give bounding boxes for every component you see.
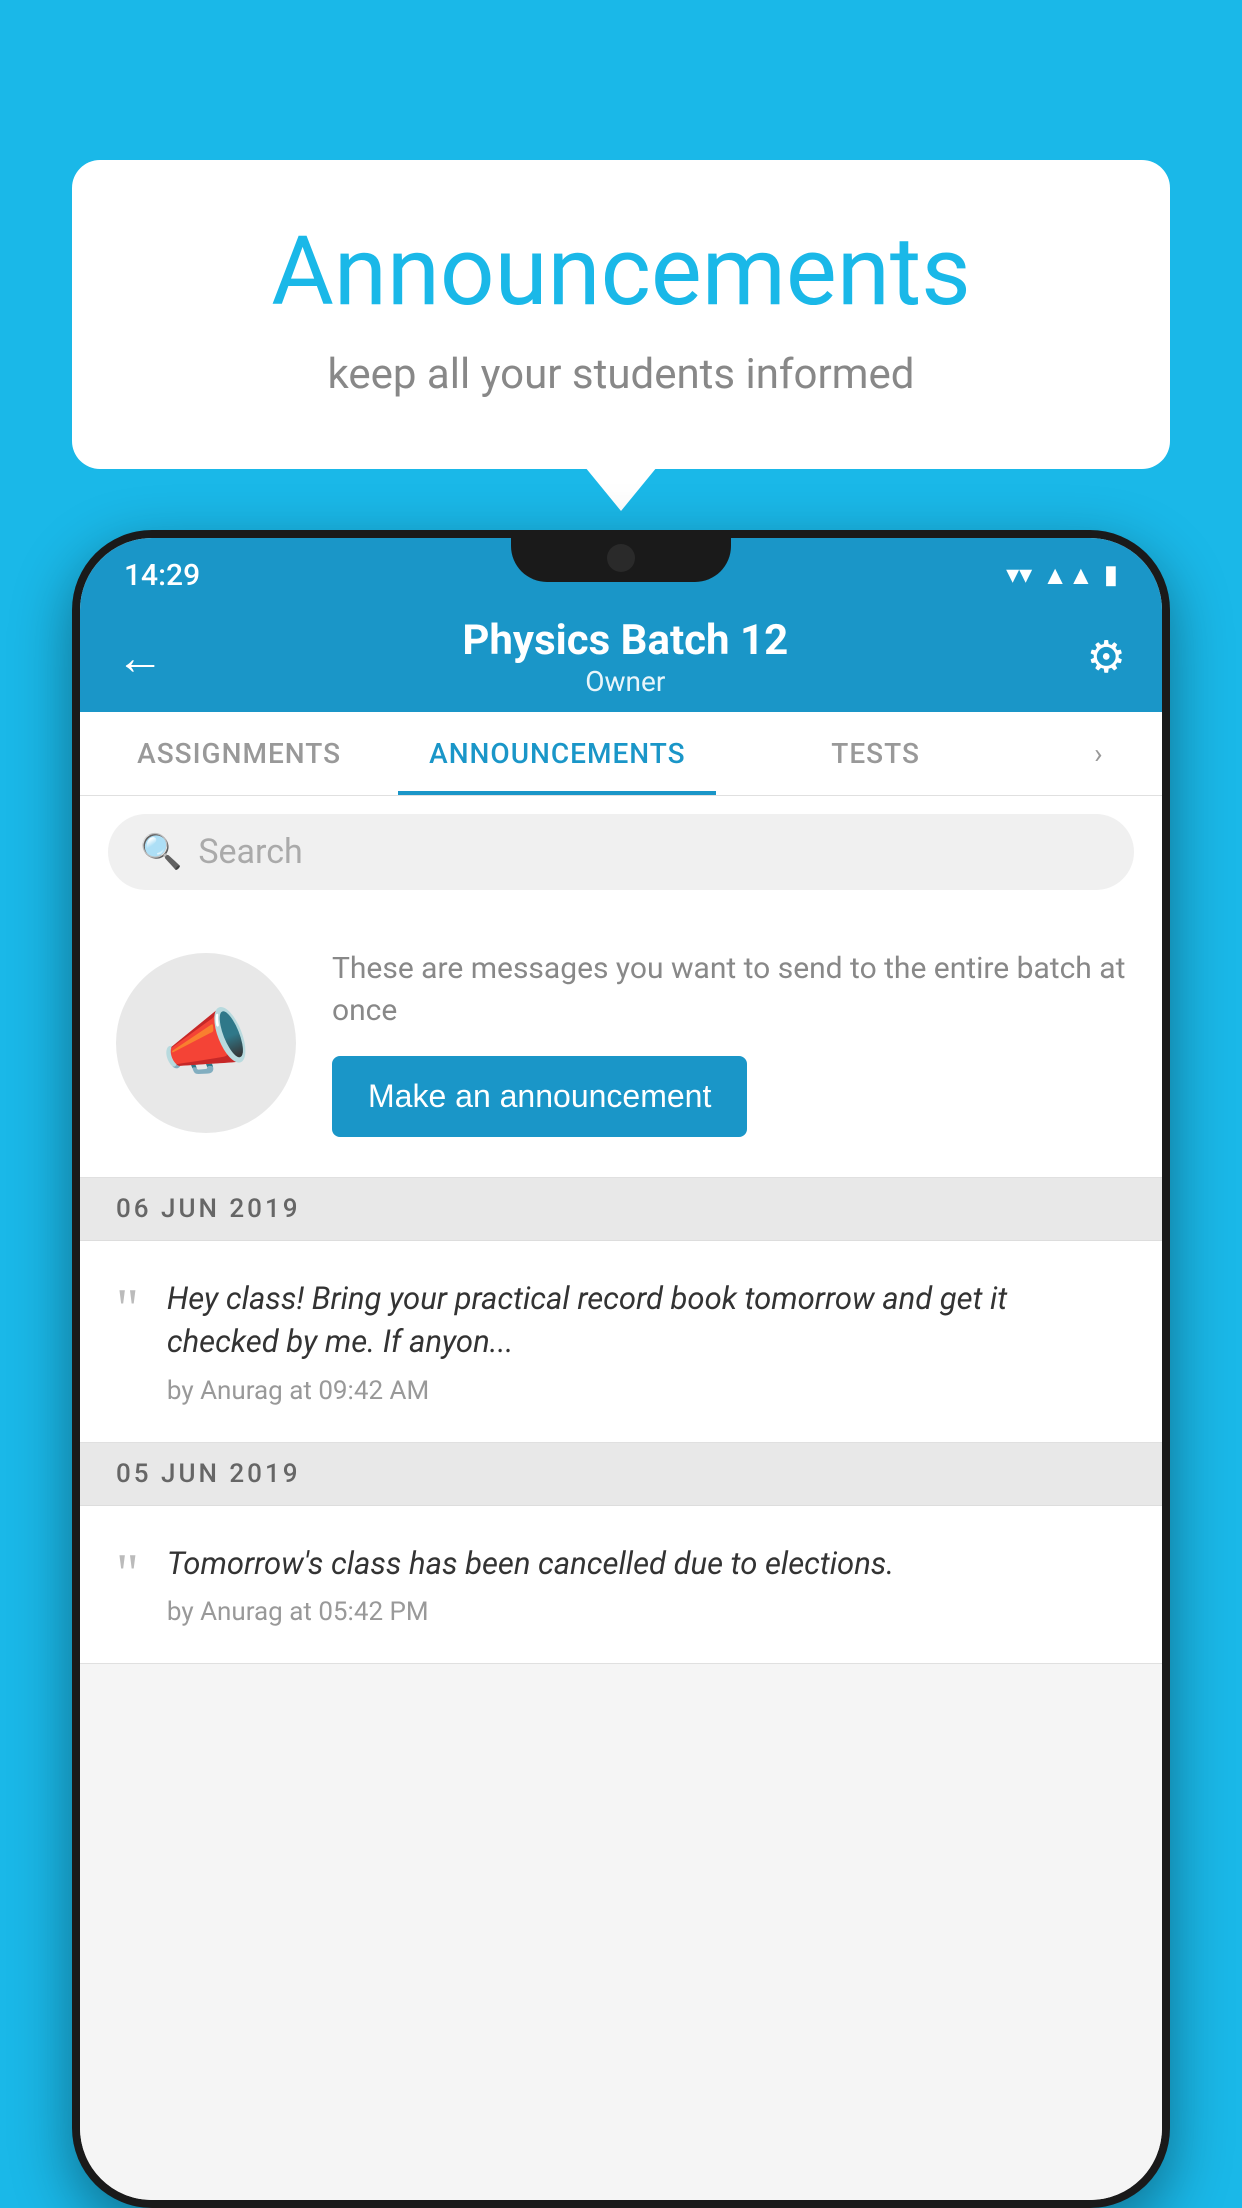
search-placeholder: Search xyxy=(198,832,302,872)
wifi-icon: ▾▾ xyxy=(1006,560,1032,590)
app-bar-title: Physics Batch 12 xyxy=(164,616,1087,665)
search-bar[interactable]: 🔍 Search xyxy=(108,814,1134,890)
promo-card: 📣 These are messages you want to send to… xyxy=(80,908,1162,1178)
app-bar: ← Physics Batch 12 Owner ⚙ xyxy=(80,602,1162,712)
promo-content: These are messages you want to send to t… xyxy=(332,948,1126,1137)
phone-screen: 14:29 ▾▾ ▲▲ ▮ ← Physics Batch 12 Owner ⚙ xyxy=(80,538,1162,2200)
tab-more[interactable]: › xyxy=(1035,712,1162,795)
announcement-meta-2: by Anurag at 05:42 PM xyxy=(167,1597,1126,1627)
tabs-bar: ASSIGNMENTS ANNOUNCEMENTS TESTS › xyxy=(80,712,1162,796)
status-icons: ▾▾ ▲▲ ▮ xyxy=(1006,560,1118,591)
settings-button[interactable]: ⚙ xyxy=(1087,631,1126,683)
bubble-title: Announcements xyxy=(152,220,1090,326)
announcement-item-1: " Hey class! Bring your practical record… xyxy=(80,1241,1162,1443)
announcement-item-2: " Tomorrow's class has been cancelled du… xyxy=(80,1506,1162,1664)
screen-content: 🔍 Search 📣 These are messages you want t… xyxy=(80,796,1162,2200)
announcement-text-1: Hey class! Bring your practical record b… xyxy=(167,1277,1126,1364)
promo-description: These are messages you want to send to t… xyxy=(332,948,1126,1032)
announcement-meta-1: by Anurag at 09:42 AM xyxy=(167,1376,1126,1406)
announcement-content-1: Hey class! Bring your practical record b… xyxy=(167,1277,1126,1406)
tab-announcements[interactable]: ANNOUNCEMENTS xyxy=(398,712,716,795)
search-bar-container: 🔍 Search xyxy=(80,796,1162,908)
phone-frame: 14:29 ▾▾ ▲▲ ▮ ← Physics Batch 12 Owner ⚙ xyxy=(72,530,1170,2208)
phone-container: 14:29 ▾▾ ▲▲ ▮ ← Physics Batch 12 Owner ⚙ xyxy=(72,530,1170,2208)
quote-icon-2: " xyxy=(116,1546,139,1602)
phone-camera xyxy=(607,544,635,572)
speech-bubble-container: Announcements keep all your students inf… xyxy=(72,160,1170,469)
signal-icon: ▲▲ xyxy=(1042,560,1093,591)
date-separator-1: 06 JUN 2019 xyxy=(80,1178,1162,1241)
app-bar-center: Physics Batch 12 Owner xyxy=(164,616,1087,698)
battery-icon: ▮ xyxy=(1104,560,1118,590)
status-time: 14:29 xyxy=(124,558,200,593)
tab-tests[interactable]: TESTS xyxy=(716,712,1034,795)
back-button[interactable]: ← xyxy=(116,629,164,686)
date-separator-2: 05 JUN 2019 xyxy=(80,1443,1162,1506)
announcement-content-2: Tomorrow's class has been cancelled due … xyxy=(167,1542,1126,1627)
search-icon: 🔍 xyxy=(140,832,182,872)
bubble-subtitle: keep all your students informed xyxy=(152,350,1090,399)
megaphone-icon: 📣 xyxy=(161,1000,251,1085)
quote-icon-1: " xyxy=(116,1281,139,1337)
make-announcement-button[interactable]: Make an announcement xyxy=(332,1056,747,1137)
phone-notch xyxy=(511,530,731,582)
tab-assignments[interactable]: ASSIGNMENTS xyxy=(80,712,398,795)
promo-icon-circle: 📣 xyxy=(116,953,296,1133)
announcement-text-2: Tomorrow's class has been cancelled due … xyxy=(167,1542,1126,1585)
speech-bubble: Announcements keep all your students inf… xyxy=(72,160,1170,469)
app-bar-subtitle: Owner xyxy=(164,665,1087,698)
